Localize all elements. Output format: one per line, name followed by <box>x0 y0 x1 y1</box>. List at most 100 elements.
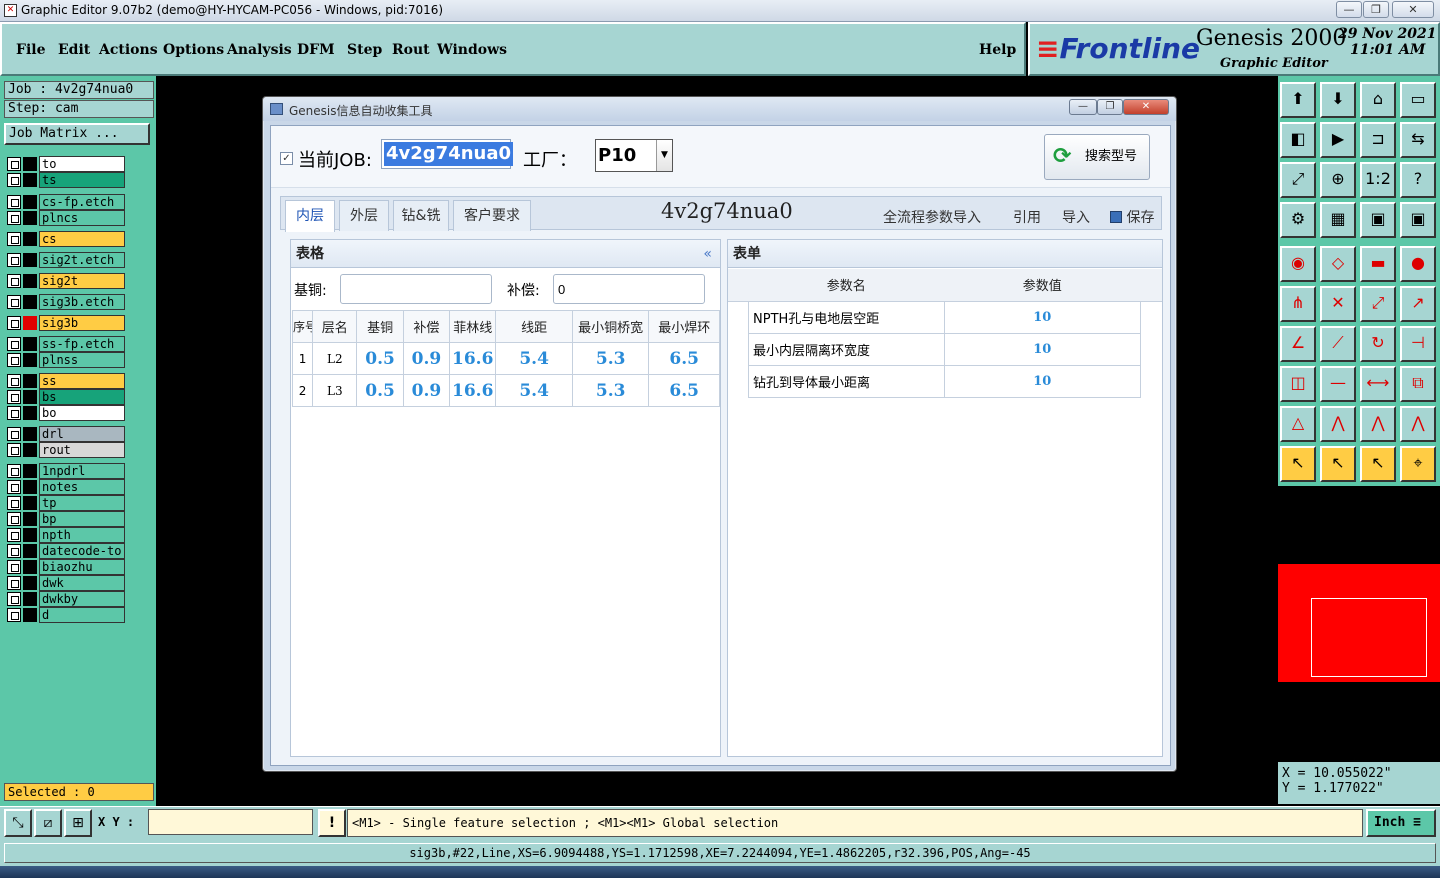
import-link[interactable]: 导入 <box>1062 207 1090 227</box>
tool-icon[interactable]: ? <box>1400 162 1436 198</box>
table-cell[interactable]: 6.5 <box>648 342 720 375</box>
menu-edit[interactable]: Edit <box>58 42 90 58</box>
layer-row[interactable]: drl <box>5 426 125 442</box>
layer-row[interactable]: datecode-to <box>5 543 125 559</box>
layer-checkbox[interactable] <box>7 253 21 267</box>
layer-checkbox[interactable] <box>7 390 21 404</box>
layer-checkbox[interactable] <box>7 427 21 441</box>
minimize-button[interactable]: — <box>1336 1 1362 18</box>
tool-icon[interactable]: ◫ <box>1280 366 1316 402</box>
table-cell[interactable]: 0.9 <box>402 342 451 375</box>
tool-icon[interactable]: ▦ <box>1320 202 1356 238</box>
layer-checkbox[interactable] <box>7 544 21 558</box>
layer-row[interactable]: dwk <box>5 575 125 591</box>
alert-icon[interactable]: ! <box>318 809 346 837</box>
menu-step[interactable]: Step <box>347 42 382 58</box>
form-row[interactable]: 最小内层隔离环宽度 10 <box>748 332 1142 366</box>
tool-icon[interactable]: ◧ <box>1280 122 1316 158</box>
param-name-cell[interactable]: 钻孔到导体最小距离 <box>748 364 945 398</box>
layer-checkbox[interactable] <box>7 157 21 171</box>
param-value-cell[interactable]: 10 <box>943 332 1142 366</box>
table-cell[interactable]: 2 <box>291 374 314 407</box>
layer-checkbox[interactable] <box>7 592 21 606</box>
tool-icon[interactable]: ▣ <box>1360 202 1396 238</box>
zoom-fit-icon[interactable]: ⤡ <box>4 809 32 837</box>
close-button[interactable]: ✕ <box>1392 1 1434 18</box>
tool-icon[interactable]: ⊣ <box>1400 326 1436 362</box>
compensation-input[interactable] <box>553 274 705 304</box>
layer-row[interactable]: sig2t.etch <box>5 252 125 268</box>
table-cell[interactable]: 5.4 <box>495 342 573 375</box>
save-button[interactable]: 保存 <box>1110 207 1154 227</box>
tool-icon[interactable]: ↖ <box>1320 446 1356 482</box>
layer-row[interactable]: bo <box>5 405 125 421</box>
chevron-down-icon[interactable]: ▼ <box>656 140 672 171</box>
menu-actions[interactable]: Actions <box>99 42 158 58</box>
tool-icon[interactable]: ⬇ <box>1320 82 1356 118</box>
table-row[interactable]: 1 L2 0.5 0.9 16.6 5.4 5.3 6.5 <box>291 342 720 375</box>
layer-row[interactable]: rout <box>5 442 125 458</box>
layer-row[interactable]: npth <box>5 527 125 543</box>
layer-row[interactable]: bs <box>5 389 125 405</box>
tool-icon[interactable]: ● <box>1400 246 1436 282</box>
layer-checkbox[interactable] <box>7 576 21 590</box>
base-copper-input[interactable] <box>340 274 492 304</box>
layer-checkbox[interactable] <box>7 406 21 420</box>
param-name-cell[interactable]: NPTH孔与电地层空距 <box>748 300 945 334</box>
layer-row[interactable]: d <box>5 607 125 623</box>
collapse-icon[interactable]: « <box>703 240 712 268</box>
tab-customer-req[interactable]: 客户要求 <box>453 200 531 231</box>
tool-icon[interactable]: ↻ <box>1360 326 1396 362</box>
param-value-cell[interactable]: 10 <box>943 364 1142 398</box>
layer-row[interactable]: sig3b.etch <box>5 294 125 310</box>
dialog-close-button[interactable]: ✕ <box>1123 99 1169 115</box>
layer-checkbox[interactable] <box>7 232 21 246</box>
column-header[interactable]: 补偿 <box>402 310 451 343</box>
layer-checkbox[interactable] <box>7 173 21 187</box>
view-frame[interactable] <box>1311 598 1427 677</box>
menu-help[interactable]: Help <box>979 42 1016 58</box>
table-cell[interactable]: L3 <box>312 374 358 407</box>
table-cell[interactable]: L2 <box>312 342 358 375</box>
grid-icon[interactable]: ⊞ <box>64 809 92 837</box>
layer-checkbox[interactable] <box>7 295 21 309</box>
tool-icon[interactable]: ⤢ <box>1360 286 1396 322</box>
tool-icon[interactable]: ◇ <box>1320 246 1356 282</box>
column-header[interactable]: 最小铜桥宽 <box>571 310 650 343</box>
tool-icon[interactable]: ⋀ <box>1360 406 1396 442</box>
tool-icon[interactable]: ⋀ <box>1400 406 1436 442</box>
param-name-cell[interactable]: 最小内层隔离环宽度 <box>748 332 945 366</box>
layer-row[interactable]: cs <box>5 231 125 247</box>
tool-icon[interactable]: ⧉ <box>1400 366 1436 402</box>
tool-icon[interactable]: ⋔ <box>1280 286 1316 322</box>
overview-map[interactable] <box>1278 486 1440 762</box>
table-cell[interactable]: 16.6 <box>449 374 497 407</box>
layer-row[interactable]: ts <box>5 172 125 188</box>
layer-checkbox[interactable] <box>7 337 21 351</box>
layer-row[interactable]: ss-fp.etch <box>5 336 125 352</box>
tool-icon[interactable]: — <box>1320 366 1356 402</box>
layer-checkbox[interactable] <box>7 512 21 526</box>
cite-link[interactable]: 引用 <box>1013 207 1041 227</box>
zoom-area-icon[interactable]: ⧄ <box>34 809 62 837</box>
tool-icon[interactable]: ▣ <box>1400 202 1436 238</box>
layer-checkbox[interactable] <box>7 480 21 494</box>
table-cell[interactable]: 6.5 <box>648 374 720 407</box>
table-cell[interactable]: 5.4 <box>495 374 573 407</box>
tool-icon[interactable]: ↗ <box>1400 286 1436 322</box>
unit-selector[interactable]: Inch ≡ <box>1366 809 1436 837</box>
tool-icon[interactable]: ⊕ <box>1320 162 1356 198</box>
table-cell[interactable]: 16.6 <box>449 342 497 375</box>
tab-drill-mill[interactable]: 钻&铣 <box>393 200 449 231</box>
factory-select[interactable]: P10 ▼ <box>595 139 673 172</box>
param-value-cell[interactable]: 10 <box>943 300 1142 334</box>
tool-icon[interactable]: ↖ <box>1360 446 1396 482</box>
menu-windows[interactable]: Windows <box>437 42 507 58</box>
form-row[interactable]: NPTH孔与电地层空距 10 <box>748 300 1142 334</box>
layer-checkbox[interactable] <box>7 374 21 388</box>
column-header[interactable]: 层名 <box>312 310 358 343</box>
table-cell[interactable]: 0.5 <box>356 342 404 375</box>
menu-options[interactable]: Options <box>163 42 224 58</box>
layer-checkbox[interactable] <box>7 274 21 288</box>
menu-analysis[interactable]: Analysis <box>227 42 292 58</box>
